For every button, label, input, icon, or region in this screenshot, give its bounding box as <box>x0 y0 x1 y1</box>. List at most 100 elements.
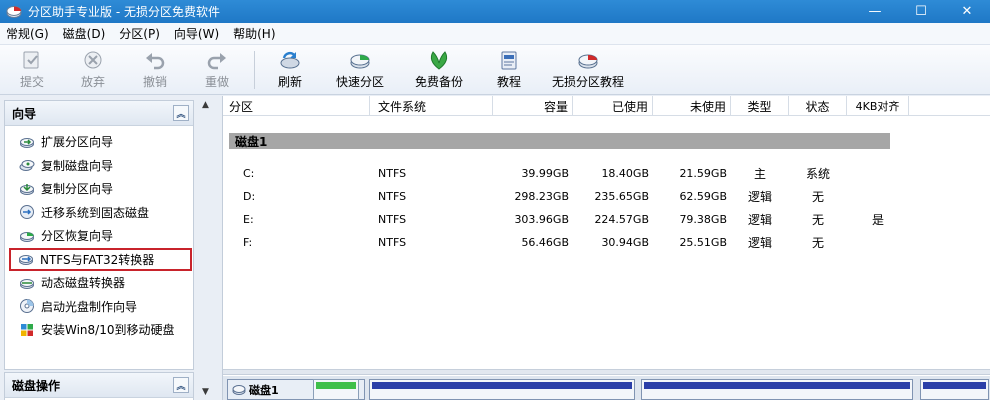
partition-usage-bar <box>316 382 356 389</box>
table-row[interactable]: C: NTFS 39.99GB 18.40GB 21.59GB 主 系统 <box>223 162 990 185</box>
menu-wizard[interactable]: 向导(W) <box>168 25 227 42</box>
cell-type: 主 <box>753 167 766 181</box>
commit-icon <box>19 48 45 72</box>
wizard-panel-header: 向导 ︽ <box>5 101 193 126</box>
minimize-button[interactable]: — <box>852 0 898 23</box>
cell-filesystem: NTFS <box>378 236 407 249</box>
free-backup-label: 免费备份 <box>414 75 463 89</box>
converter-icon <box>19 255 33 266</box>
partition-block-d[interactable] <box>369 379 635 400</box>
tutorial-button[interactable]: 教程 <box>492 48 526 92</box>
windows-to-go-icon <box>21 323 33 336</box>
wizard-item-install-win-to-usb[interactable]: 安装Win8/10到移动硬盘 <box>5 318 193 342</box>
close-button[interactable]: ✕ <box>944 0 990 23</box>
wizard-panel-title: 向导 <box>12 106 37 121</box>
cell-used: 18.40GB <box>601 167 649 180</box>
wizard-item-migrate-os[interactable]: 迁移系统到固态磁盘 <box>5 201 193 225</box>
menu-partition[interactable]: 分区(P) <box>113 25 168 42</box>
column-header-capacity[interactable]: 容量 <box>493 96 573 116</box>
partition-usage-bar <box>644 382 910 389</box>
cell-unused: 21.59GB <box>679 167 727 180</box>
disk-ops-collapse-button[interactable]: ︽ <box>173 377 189 393</box>
partition-block-c[interactable] <box>313 379 359 400</box>
table-row[interactable]: E: NTFS 303.96GB 224.57GB 79.38GB 逻辑 无 是 <box>223 208 990 231</box>
cell-used: 235.65GB <box>594 190 649 203</box>
wizard-item-label: 安装Win8/10到移动硬盘 <box>41 323 175 338</box>
wizard-item-label: 复制分区向导 <box>41 182 114 197</box>
menu-disk[interactable]: 磁盘(D) <box>57 25 114 42</box>
redo-label: 重做 <box>204 75 229 89</box>
column-header-4kb-align[interactable]: 4KB对齐 <box>847 96 909 116</box>
chevron-up-icon: ︽ <box>176 109 186 120</box>
disk-group-row[interactable]: 磁盘1 <box>229 133 890 149</box>
column-header-label: 类型 <box>747 99 772 114</box>
app-icon <box>6 5 22 18</box>
chevron-up-icon: ︽ <box>176 381 186 392</box>
wizard-item-partition-recovery[interactable]: 分区恢复向导 <box>5 224 193 248</box>
column-header-type[interactable]: 类型 <box>731 96 789 116</box>
wizard-list: 扩展分区向导 复制磁盘向导 复制分区向导 迁移系统到固态磁盘 分区恢复向导 NT… <box>5 126 193 342</box>
disk-operations-header: 磁盘操作 ︽ <box>5 373 193 398</box>
undo-label: 撤销 <box>142 75 167 89</box>
wizard-item-label: 复制磁盘向导 <box>41 158 114 173</box>
refresh-button[interactable]: 刷新 <box>272 48 308 92</box>
table-row[interactable]: D: NTFS 298.23GB 235.65GB 62.59GB 逻辑 无 <box>223 185 990 208</box>
title-bar: 分区助手专业版 - 无损分区免费软件 — ☐ ✕ <box>0 0 990 23</box>
scroll-down-arrow-icon[interactable]: ▼ <box>197 383 214 400</box>
wizard-item-label: NTFS与FAT32转换器 <box>40 252 155 267</box>
wizard-collapse-button[interactable]: ︽ <box>173 105 189 121</box>
pane-splitter[interactable] <box>223 369 990 375</box>
maximize-button[interactable]: ☐ <box>898 0 944 23</box>
left-panel: 向导 ︽ 扩展分区向导 复制磁盘向导 复制分区向导 迁移系统到固态磁盘 分区恢复… <box>0 96 218 400</box>
wizard-item-label: 迁移系统到固态磁盘 <box>41 205 150 220</box>
disk-group-label: 磁盘1 <box>235 134 268 149</box>
menu-bar: 常规(G) 磁盘(D) 分区(P) 向导(W) 帮助(H) <box>0 23 990 45</box>
scroll-up-arrow-icon[interactable]: ▲ <box>197 96 214 113</box>
boot-cd-icon <box>20 299 34 314</box>
wizard-item-copy-disk[interactable]: 复制磁盘向导 <box>5 154 193 178</box>
wizard-item-dynamic-disk-converter[interactable]: 动态磁盘转换器 <box>5 271 193 295</box>
column-header-partition[interactable]: 分区 <box>223 96 370 116</box>
cell-status: 无 <box>811 236 824 250</box>
toolbar: 提交 放弃 撤销 重做 刷新 快速分区 免费备份 教程 无损分区教程 <box>0 45 990 95</box>
lossless-tutorial-button[interactable]: 无损分区教程 <box>548 48 628 92</box>
book-icon <box>496 48 522 72</box>
backup-icon <box>426 48 452 72</box>
column-header-label: 已使用 <box>611 99 648 114</box>
wizard-item-copy-partition[interactable]: 复制分区向导 <box>5 177 193 201</box>
commit-button[interactable]: 提交 <box>14 48 50 92</box>
wizard-item-label: 启动光盘制作向导 <box>41 299 138 314</box>
partition-usage-bar <box>372 382 632 389</box>
left-panel-scrollbar[interactable]: ▲ ▼ <box>197 96 214 400</box>
cell-partition: E: <box>243 213 254 226</box>
wizard-item-ntfs-fat32-converter[interactable]: NTFS与FAT32转换器 <box>9 247 192 271</box>
wizard-item-boot-cd-maker[interactable]: 启动光盘制作向导 <box>5 295 193 319</box>
redo-button[interactable]: 重做 <box>199 48 235 92</box>
copy-partition-icon <box>20 183 34 195</box>
partition-block-e[interactable] <box>641 379 913 400</box>
quick-partition-button[interactable]: 快速分区 <box>334 48 386 92</box>
undo-button[interactable]: 撤销 <box>137 48 173 92</box>
table-row[interactable]: F: NTFS 56.46GB 30.94GB 25.51GB 逻辑 无 <box>223 231 990 254</box>
wizard-item-extend-partition[interactable]: 扩展分区向导 <box>5 130 193 154</box>
cell-partition: F: <box>243 236 253 249</box>
disk-operations-title: 磁盘操作 <box>12 378 61 393</box>
refresh-icon <box>277 48 303 72</box>
column-header-unused[interactable]: 未使用 <box>653 96 731 116</box>
partition-block-f[interactable] <box>920 379 989 400</box>
maximize-icon: ☐ <box>915 4 927 19</box>
column-header-filesystem[interactable]: 文件系统 <box>370 96 493 116</box>
dynamic-disk-icon <box>20 278 34 289</box>
column-header-used[interactable]: 已使用 <box>573 96 653 116</box>
cell-partition: C: <box>243 167 255 180</box>
menu-help[interactable]: 帮助(H) <box>227 25 283 42</box>
lossless-tutorial-label: 无损分区教程 <box>551 75 624 89</box>
free-backup-button[interactable]: 免费备份 <box>412 48 466 92</box>
commit-label: 提交 <box>19 75 44 89</box>
wizard-panel: 向导 ︽ 扩展分区向导 复制磁盘向导 复制分区向导 迁移系统到固态磁盘 分区恢复… <box>4 100 194 370</box>
column-header-status[interactable]: 状态 <box>789 96 847 116</box>
wizard-item-label: 动态磁盘转换器 <box>41 276 126 291</box>
menu-general[interactable]: 常规(G) <box>0 25 57 42</box>
column-header-label: 状态 <box>805 99 830 114</box>
discard-button[interactable]: 放弃 <box>75 48 111 92</box>
